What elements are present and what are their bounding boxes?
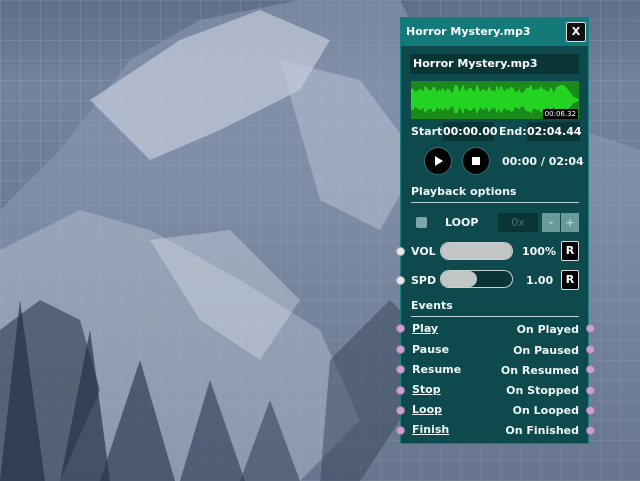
on-paused-event: On Paused <box>513 344 579 357</box>
finish-event-link[interactable]: Finish <box>412 423 449 436</box>
resume-event-port[interactable] <box>396 365 405 374</box>
divider <box>411 316 579 317</box>
on-finished-port[interactable] <box>586 426 595 435</box>
playback-options-heading: Playback options <box>411 185 517 198</box>
speed-slider-fill <box>441 271 477 287</box>
on-looped-event: On Looped <box>512 404 579 417</box>
stop-event-link[interactable]: Stop <box>412 383 441 396</box>
on-stopped-port[interactable] <box>586 386 595 395</box>
on-stopped-event: On Stopped <box>506 384 579 397</box>
playback-time: 00:00 / 02:04 <box>502 155 584 168</box>
events-heading: Events <box>411 299 453 312</box>
on-resumed-port[interactable] <box>586 365 595 374</box>
play-event-link[interactable]: Play <box>412 322 438 335</box>
loop-event-link[interactable]: Loop <box>412 403 442 416</box>
resume-event-link[interactable]: Resume <box>412 363 461 376</box>
file-name-field[interactable]: Horror Mystery.mp3 <box>410 54 579 74</box>
play-button[interactable] <box>424 147 452 175</box>
start-label: Start: <box>411 125 447 138</box>
waveform-display[interactable]: 00:06.32 <box>411 81 579 119</box>
speed-label: SPD <box>411 274 437 287</box>
pause-event-port[interactable] <box>396 345 405 354</box>
volume-slider-fill <box>441 243 512 259</box>
end-time-field[interactable]: 02:04.44 <box>527 122 582 141</box>
stop-icon <box>472 157 480 165</box>
speed-value: 1.00 <box>526 274 554 287</box>
waveform-time: 00:06.32 <box>542 109 578 119</box>
loop-increment-button[interactable]: + <box>561 213 579 232</box>
speed-input-port[interactable] <box>396 276 405 285</box>
volume-label: VOL <box>411 245 436 258</box>
stop-event-port[interactable] <box>396 386 405 395</box>
loop-checkbox[interactable] <box>416 217 427 228</box>
finish-event-port[interactable] <box>396 426 405 435</box>
loop-event-port[interactable] <box>396 406 405 415</box>
stop-button[interactable] <box>462 147 490 175</box>
audio-player-node[interactable]: Horror Mystery.mp3 X Horror Mystery.mp3 … <box>396 17 595 444</box>
divider <box>411 202 579 203</box>
pause-event-link[interactable]: Pause <box>412 343 449 356</box>
volume-input-port[interactable] <box>396 247 405 256</box>
speed-reset-button[interactable]: R <box>561 270 579 290</box>
volume-value: 100% <box>522 245 556 258</box>
on-resumed-event: On Resumed <box>500 364 579 377</box>
volume-reset-button[interactable]: R <box>561 241 579 261</box>
volume-slider[interactable] <box>440 242 513 260</box>
on-paused-port[interactable] <box>586 345 595 354</box>
on-finished-event: On Finished <box>505 424 579 437</box>
node-header[interactable]: Horror Mystery.mp3 X <box>401 18 588 46</box>
speed-slider[interactable] <box>440 270 513 288</box>
loop-label: LOOP <box>445 216 479 229</box>
loop-decrement-button[interactable]: - <box>542 213 560 232</box>
loop-count-field[interactable]: 0x <box>498 213 538 232</box>
node-title: Horror Mystery.mp3 <box>406 25 531 38</box>
start-time-field[interactable]: 00:00.00 <box>443 122 498 141</box>
on-played-event: On Played <box>516 323 579 336</box>
on-played-port[interactable] <box>586 324 595 333</box>
on-looped-port[interactable] <box>586 406 595 415</box>
play-event-port[interactable] <box>396 324 405 333</box>
play-icon <box>435 156 443 166</box>
close-button[interactable]: X <box>566 22 586 42</box>
end-label: End: <box>499 125 527 138</box>
